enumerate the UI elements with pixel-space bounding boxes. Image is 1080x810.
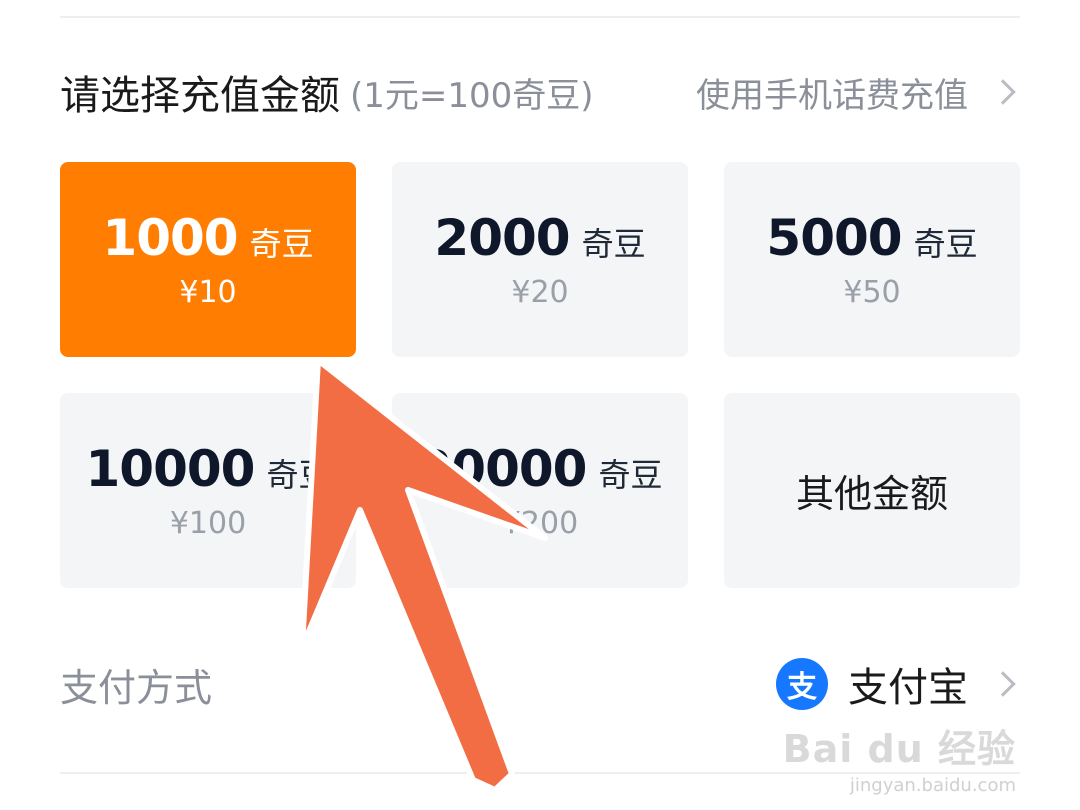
- option-price: ¥200: [501, 506, 579, 541]
- option-unit: 奇豆: [249, 225, 314, 263]
- option-amount: 2000: [434, 209, 570, 267]
- alipay-icon: 支: [776, 658, 828, 710]
- amount-grid: 1000 奇豆 ¥10 2000 奇豆 ¥20 5000 奇豆 ¥50 1000…: [60, 162, 1020, 588]
- option-unit: 奇豆: [581, 225, 646, 263]
- option-unit: 奇豆: [913, 225, 978, 263]
- other-amount-option[interactable]: 其他金额: [724, 393, 1020, 588]
- amount-option-5000[interactable]: 5000 奇豆 ¥50: [724, 162, 1020, 357]
- amount-option-10000[interactable]: 10000 奇豆 ¥100: [60, 393, 356, 588]
- option-unit: 奇豆: [598, 456, 663, 494]
- amount-option-2000[interactable]: 2000 奇豆 ¥20: [392, 162, 688, 357]
- amount-option-1000[interactable]: 1000 奇豆 ¥10: [60, 162, 356, 357]
- page-title: 请选择充值金额: [60, 73, 340, 119]
- watermark-logo: Bai du 经验: [782, 727, 1016, 771]
- chevron-right-icon: [990, 79, 1016, 105]
- payment-method-selector[interactable]: 支 支付宝: [776, 655, 1020, 713]
- option-price: ¥100: [169, 506, 247, 541]
- option-amount: 5000: [766, 209, 902, 267]
- baidu-jingyan-watermark: Bai du 经验 jingyan.baidu.com: [783, 718, 1016, 796]
- option-price: ¥50: [843, 275, 901, 310]
- other-amount-label: 其他金额: [795, 472, 948, 516]
- option-price: ¥10: [179, 275, 237, 310]
- top-divider: [60, 16, 1020, 18]
- phone-bill-recharge-label: 使用手机话费充值: [696, 75, 968, 116]
- option-price: ¥20: [511, 275, 569, 310]
- payment-method-label: 支付方式: [60, 665, 213, 710]
- amount-option-20000[interactable]: 20000 奇豆 ¥200: [392, 393, 688, 588]
- payment-method-row[interactable]: 支付方式 支 支付宝: [60, 652, 1020, 716]
- chevron-right-icon: [990, 671, 1016, 697]
- option-amount: 20000: [417, 440, 588, 498]
- recharge-header: 请选择充值金额 (1元=100奇豆) 使用手机话费充值: [60, 62, 1020, 122]
- option-amount: 1000: [102, 209, 238, 267]
- phone-bill-recharge-link[interactable]: 使用手机话费充值: [696, 68, 1020, 117]
- payment-method-name: 支付宝: [848, 665, 968, 711]
- watermark-url: jingyan.baidu.com: [849, 775, 1016, 796]
- option-amount: 10000: [85, 440, 256, 498]
- exchange-rate-note: (1元=100奇豆): [350, 75, 594, 116]
- option-unit: 奇豆: [266, 456, 331, 494]
